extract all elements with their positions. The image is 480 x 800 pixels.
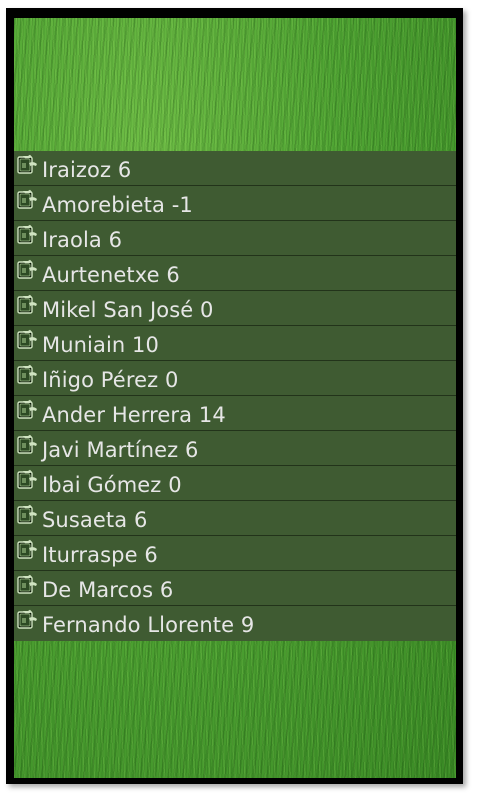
list-item-label: Iñigo Pérez 0 — [42, 368, 179, 392]
boot-icon — [17, 539, 39, 559]
list-item-label: Mikel San José 0 — [42, 298, 214, 322]
list-item-label: Iturraspe 6 — [42, 543, 158, 567]
list-item[interactable]: Muniain 10 — [14, 326, 456, 361]
list-item-label: Iraola 6 — [42, 228, 123, 252]
list-item[interactable]: Iraola 6 — [14, 221, 456, 256]
list-item[interactable]: Aurtenetxe 6 — [14, 256, 456, 291]
list-item[interactable]: Susaeta 6 — [14, 501, 456, 536]
list-item-label: Javi Martínez 6 — [42, 438, 199, 462]
grass-background: Iraizoz 6 Amorebieta -1 Iraola 6 Aurtenetxe… — [14, 18, 456, 778]
boot-icon — [17, 609, 39, 629]
list-item[interactable]: Javi Martínez 6 — [14, 431, 456, 466]
boot-icon — [17, 399, 39, 419]
list-item[interactable]: Iraizoz 6 — [14, 151, 456, 186]
list-item-label: Susaeta 6 — [42, 508, 148, 532]
list-item[interactable]: Amorebieta -1 — [14, 186, 456, 221]
list-item-label: De Marcos 6 — [42, 578, 174, 602]
list-item[interactable]: Iturraspe 6 — [14, 536, 456, 571]
list-item-label: Muniain 10 — [42, 333, 159, 357]
list-item[interactable]: Mikel San José 0 — [14, 291, 456, 326]
boot-icon — [17, 434, 39, 454]
boot-icon — [17, 294, 39, 314]
boot-icon — [17, 364, 39, 384]
list-item[interactable]: Iñigo Pérez 0 — [14, 361, 456, 396]
boot-icon — [17, 224, 39, 244]
list-item[interactable]: Ander Herrera 14 — [14, 396, 456, 431]
boot-icon — [17, 189, 39, 209]
boot-icon — [17, 504, 39, 524]
boot-icon — [17, 154, 39, 174]
list-item-label: Aurtenetxe 6 — [42, 263, 180, 287]
list-item-label: Amorebieta -1 — [42, 193, 193, 217]
list-item[interactable]: Fernando Llorente 9 — [14, 606, 456, 641]
boot-icon — [17, 469, 39, 489]
list-item-label: Fernando Llorente 9 — [42, 613, 255, 637]
player-list[interactable]: Iraizoz 6 Amorebieta -1 Iraola 6 Aurtenetxe… — [14, 151, 456, 641]
boot-icon — [17, 574, 39, 594]
list-item-label: Ander Herrera 14 — [42, 403, 226, 427]
list-item[interactable]: Ibai Gómez 0 — [14, 466, 456, 501]
boot-icon — [17, 259, 39, 279]
list-item-label: Iraizoz 6 — [42, 158, 132, 182]
boot-icon — [17, 329, 39, 349]
list-item[interactable]: De Marcos 6 — [14, 571, 456, 606]
list-item-label: Ibai Gómez 0 — [42, 473, 182, 497]
